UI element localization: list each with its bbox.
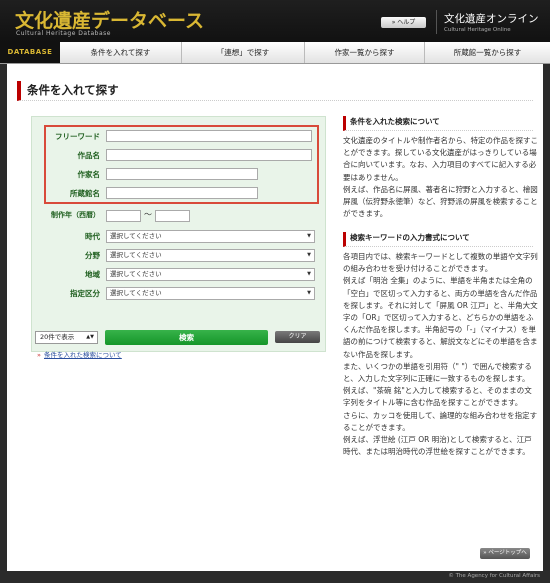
freeword-label: フリーワード [55,132,100,141]
site-title[interactable]: 文化遺産オンライン [444,11,539,26]
clear-button[interactable]: クリア [275,331,320,343]
paragraph: 例えば「明治 全集」のように、単語を半角または全角の「空白」で区切って入力すると… [343,276,538,359]
paragraph: また、いくつかの単語を引用符（" "）で囲んで検索すると、入力した文字列に正確に… [343,361,532,384]
museum-input[interactable] [106,187,258,199]
main-content: 条件を入れて探す フリーワード 作品名 作家名 所蔵館名 制作年（西暦） 〜 時… [7,64,543,571]
year-separator: 〜 [144,210,152,219]
year-from-input[interactable] [106,210,141,222]
museum-label: 所蔵館名 [70,189,100,198]
about-search-link[interactable]: » 条件を入れた検索について [37,349,122,359]
search-button[interactable]: 検索 [105,330,268,345]
tab-museum-list[interactable]: 所蔵館一覧から探す [425,42,550,63]
era-select-value: 選択してください [110,232,162,240]
section-body-about-search: 文化遺産のタイトルや制作者名から、特定の作品を探すことができます。探している文化… [343,135,538,220]
era-select[interactable]: 選択してください ▼ [106,230,315,243]
section-heading-about-search: 条件を入れた検索について [343,116,533,131]
search-form: フリーワード 作品名 作家名 所蔵館名 制作年（西暦） 〜 時代 選択してくださ… [31,116,326,359]
site-header: 文化遺産データベース Cultural Heritage Database » … [0,0,550,42]
tab-artist-list[interactable]: 作家一覧から探す [305,42,425,63]
about-search-link-text[interactable]: 条件を入れた検索について [44,351,122,359]
paragraph: 例えば、作品名に屏風、著者名に狩野と入力すると、檜図屏風（伝狩野永徳筆）など、狩… [343,184,538,219]
era-label: 時代 [85,232,100,241]
tab-association-search[interactable]: 「連想」で探す [182,42,305,63]
region-select-value: 選択してください [110,270,162,278]
region-label: 地域 [85,270,100,279]
field-label: 分野 [85,251,100,260]
year-label: 制作年（西暦） [51,211,100,219]
section-body-keyword-format: 各項目内では、検索キーワードとして複数の単語や文字列の組み合わせを受け付けること… [343,251,538,458]
designation-select[interactable]: 選択してください ▼ [106,287,315,300]
chevron-down-icon: ▼ [307,233,311,239]
paragraph: 例えば、"茶碗 銘"と入力して検索すると、そのままの文字列をタイトル等に含む作品… [343,386,532,408]
header-divider [436,10,437,34]
stepper-icon: ▲▼ [86,334,94,340]
tab-search-by-condition[interactable]: 条件を入れて探す [60,42,182,63]
per-page-value: 20件で表示 [40,333,75,341]
designation-label: 指定区分 [70,289,100,298]
title-label: 作品名 [77,151,101,160]
copyright: © The Agency for Cultural Affairs [448,573,540,579]
logo-subtitle: Cultural Heritage Database [16,30,111,37]
paragraph: 各項目内では、検索キーワードとして複数の単語や文字列の組み合わせを受け付けること… [343,252,538,274]
per-page-select[interactable]: 20件で表示 ▲▼ [35,331,98,344]
designation-select-value: 選択してください [110,289,162,297]
paragraph: 文化遺産のタイトルや制作者名から、特定の作品を探すことができます。探している文化… [343,136,538,182]
field-select[interactable]: 選択してください ▼ [106,249,315,262]
site-subtitle: Cultural Heritage Online [444,27,511,33]
region-select[interactable]: 選択してください ▼ [106,268,315,281]
field-select-value: 選択してください [110,251,162,259]
paragraph: 例えば、浮世絵 (江戸 OR 明治)として検索すると、江戸時代、または明治時代の… [343,435,532,457]
chevron-down-icon: ▼ [307,290,311,296]
chevron-down-icon: ▼ [307,252,311,258]
database-label: DATABASE [0,42,60,63]
artist-input[interactable] [106,168,258,180]
page-title: 条件を入れて探す [17,81,533,101]
paragraph: さらに、カッコを使用して、論理的な組み合わせを指定することができます。 [343,410,538,432]
chevron-down-icon: ▼ [307,271,311,277]
title-input[interactable] [106,149,312,161]
help-button[interactable]: » ヘルプ [381,17,426,28]
year-to-input[interactable] [155,210,190,222]
logo-title[interactable]: 文化遺産データベース [15,6,204,33]
freeword-input[interactable] [106,130,312,142]
artist-label: 作家名 [77,170,101,179]
page-top-button[interactable]: » ページトップへ [480,548,530,559]
section-heading-keyword-format: 検索キーワードの入力書式について [343,232,533,247]
main-nav: DATABASE 条件を入れて探す 「連想」で探す 作家一覧から探す 所蔵館一覧… [0,42,550,64]
double-chevron-icon: » [37,351,41,359]
